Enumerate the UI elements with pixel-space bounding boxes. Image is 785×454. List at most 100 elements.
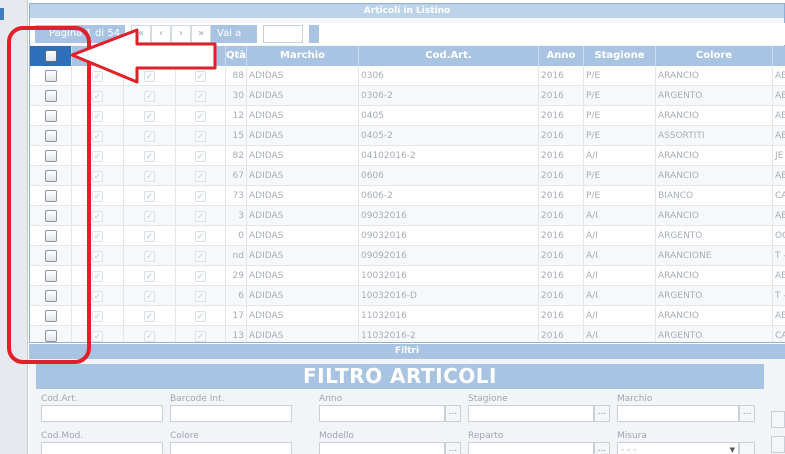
check-icon: ✓ — [195, 150, 206, 162]
table-row[interactable]: ✓ ✓ ✓ 73ADIDAS0606-22016P/EBIANCOCA — [30, 186, 785, 206]
cell-season: P/E — [584, 66, 656, 86]
page-number-input[interactable] — [263, 25, 303, 43]
row-select-cell[interactable] — [30, 146, 72, 166]
row-select-checkbox[interactable] — [44, 270, 57, 282]
side-action-button-2[interactable] — [771, 436, 785, 453]
stagione-input[interactable] — [468, 405, 594, 422]
row-select-cell[interactable] — [30, 226, 72, 246]
header-qty[interactable]: Qtà — [226, 46, 247, 66]
reparto-input[interactable] — [468, 442, 594, 454]
row-select-checkbox[interactable] — [44, 170, 57, 182]
table-row[interactable]: ✓ ✓ ✓ 67ADIDAS06062016P/EARANCIOAB — [30, 166, 785, 186]
row-select-checkbox[interactable] — [44, 330, 57, 342]
row-select-cell[interactable] — [30, 326, 72, 342]
modello-lookup-button[interactable]: ... — [445, 442, 461, 454]
check-icon: ✓ — [92, 70, 103, 82]
marchio-input[interactable] — [617, 405, 739, 422]
table-row[interactable]: ✓ ✓ ✓ 15ADIDAS0405-22016P/EASSORTITIAB — [30, 126, 785, 146]
row-select-cell[interactable] — [30, 186, 72, 206]
table-row[interactable]: ✓ ✓ ✓ 3ADIDAS090320162016A/IARANCIOAB — [30, 206, 785, 226]
reparto-lookup-button[interactable]: ... — [594, 442, 610, 454]
stagione-lookup-button[interactable]: ... — [594, 405, 610, 422]
header-brand[interactable]: Marchio — [247, 46, 359, 66]
header-color[interactable]: Colore — [656, 46, 773, 66]
cell-brand: ADIDAS — [247, 186, 359, 206]
header-select-all[interactable] — [30, 46, 72, 66]
cell-brand: ADIDAS — [247, 246, 359, 266]
filter-panel: FILTRO ARTICOLI Cod.Art. Barcode Int. An… — [29, 359, 785, 454]
cell-extra: T - — [773, 246, 785, 266]
row-select-checkbox[interactable] — [44, 250, 57, 262]
row-select-checkbox[interactable] — [44, 130, 57, 142]
cell-color: ARGENTO — [656, 226, 773, 246]
pager: Pagina 1 di 54 « ‹ › » Vai a — [30, 23, 785, 45]
cell-color: ARANCIO — [656, 266, 773, 286]
row-select-checkbox[interactable] — [44, 90, 57, 102]
row-select-cell[interactable] — [30, 246, 72, 266]
cell-brand: ADIDAS — [247, 86, 359, 106]
cell-season: A/I — [584, 206, 656, 226]
cell-qty: 15 — [226, 126, 247, 146]
table-row[interactable]: ✓ ✓ ✓ 6ADIDAS10032016-D2016A/IARGENTOT - — [30, 286, 785, 306]
table-row[interactable]: ✓ ✓ ✓ ndADIDAS090920162016A/IARANCIONET - — [30, 246, 785, 266]
cell-color: ARANCIO — [656, 66, 773, 86]
row-select-cell[interactable] — [30, 306, 72, 326]
cod-mod-input[interactable] — [41, 442, 163, 454]
last-page-button[interactable]: » — [191, 25, 211, 43]
articles-panel: Articoli in Listino Pagina 1 di 54 « ‹ ›… — [29, 3, 785, 343]
row-select-cell[interactable] — [30, 166, 72, 186]
cell-qty: 82 — [226, 146, 247, 166]
modello-input[interactable] — [319, 442, 445, 454]
header-code[interactable]: Cod.Art. — [359, 46, 539, 66]
cell-code: 0606-2 — [359, 186, 539, 206]
pager-go-button[interactable] — [309, 25, 319, 43]
first-page-button[interactable]: « — [131, 25, 151, 43]
cell-extra: AB — [773, 126, 785, 146]
cell-year: 2016 — [539, 326, 584, 342]
row-select-checkbox[interactable] — [44, 210, 57, 222]
cod-art-input[interactable] — [41, 405, 163, 422]
row-select-checkbox[interactable] — [44, 230, 57, 242]
flag-cell-3: ✓ — [176, 286, 226, 306]
row-select-checkbox[interactable] — [44, 190, 57, 202]
row-select-checkbox[interactable] — [44, 290, 57, 302]
row-select-checkbox[interactable] — [44, 150, 57, 162]
row-select-checkbox[interactable] — [44, 70, 57, 82]
header-year[interactable]: Anno — [539, 46, 584, 66]
row-select-cell[interactable] — [30, 106, 72, 126]
cell-brand: ADIDAS — [247, 146, 359, 166]
barcode-input[interactable] — [170, 405, 292, 422]
side-action-button-1[interactable] — [771, 411, 785, 428]
row-select-cell[interactable] — [30, 126, 72, 146]
misura-select[interactable]: - - - ▼ — [617, 442, 739, 454]
table-row[interactable]: ✓ ✓ ✓ 88ADIDAS03062016P/EARANCIOAB — [30, 66, 785, 86]
table-row[interactable]: ✓ ✓ ✓ 82 ADIDAS 04102016-2 2016 A/I ARANCIO JE — [30, 146, 785, 166]
row-select-cell[interactable] — [30, 66, 72, 86]
table-row[interactable]: ✓ ✓ ✓ 17ADIDAS110320162016A/IARANCIOAB — [30, 306, 785, 326]
table-row[interactable]: ✓ ✓ ✓ 30ADIDAS0306-22016P/EARGENTOAB — [30, 86, 785, 106]
row-select-cell[interactable] — [30, 286, 72, 306]
goto-label: Vai a — [211, 25, 257, 43]
table-row[interactable]: ✓ ✓ ✓ 12ADIDAS04052016P/EARANCIOAB — [30, 106, 785, 126]
row-select-checkbox[interactable] — [44, 110, 57, 122]
marchio-lookup-button[interactable]: ... — [739, 405, 755, 422]
table-row[interactable]: ✓ ✓ ✓ 0ADIDAS090320162016A/IARGENTOOC — [30, 226, 785, 246]
anno-input[interactable] — [319, 405, 445, 422]
row-select-cell[interactable] — [30, 206, 72, 226]
cell-color: ARANCIONE — [656, 246, 773, 266]
header-season[interactable]: Stagione — [584, 46, 656, 66]
flag-cell-3: ✓ — [176, 146, 226, 166]
row-select-checkbox[interactable] — [44, 310, 57, 322]
row-select-cell[interactable] — [30, 86, 72, 106]
prev-page-button[interactable]: ‹ — [151, 25, 171, 43]
cell-qty: 3 — [226, 206, 247, 226]
table-row[interactable]: ✓ ✓ ✓ 29ADIDAS100320162016A/IARANCIOAB — [30, 266, 785, 286]
select-all-checkbox[interactable] — [44, 50, 57, 62]
row-select-cell[interactable] — [30, 266, 72, 286]
next-page-button[interactable]: › — [171, 25, 191, 43]
colore-input[interactable] — [170, 442, 292, 454]
misura-lookup-button[interactable] — [739, 442, 755, 454]
check-icon: ✓ — [92, 330, 103, 342]
table-row[interactable]: ✓ ✓ ✓ 13ADIDAS11032016-22016A/IARGENTOCA — [30, 326, 785, 342]
anno-lookup-button[interactable]: ... — [445, 405, 461, 422]
